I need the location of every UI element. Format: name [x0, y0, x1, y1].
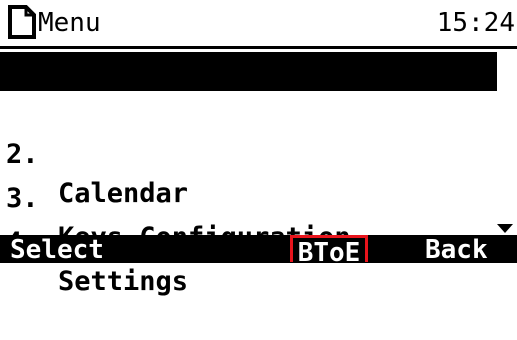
- menu-item-settings[interactable]: 4. Settings: [0, 184, 188, 297]
- menu-item-call-log[interactable]: 1. Call Log: [0, 52, 497, 165]
- menu-item-label: Settings: [58, 266, 189, 297]
- document-icon: [8, 5, 36, 39]
- clock-time: 15:24: [436, 8, 515, 38]
- scroll-down-icon: [497, 224, 513, 233]
- page-title: Menu: [38, 8, 101, 38]
- select-softkey[interactable]: Select: [10, 235, 104, 265]
- menu-item-keys-configuration[interactable]: 3. Keys Configuration: [0, 140, 351, 253]
- btoe-softkey[interactable]: BToE: [290, 235, 368, 268]
- phone-screen: Menu 15:24 1. Call Log 2. Calendar 3. Ke…: [0, 0, 517, 297]
- title-bar: Menu 15:24: [0, 0, 517, 45]
- menu-item-calendar[interactable]: 2. Calendar: [0, 96, 188, 209]
- softkey-bar: Select BToE Back: [0, 235, 517, 268]
- back-softkey[interactable]: Back: [425, 235, 488, 265]
- title-divider: [0, 46, 517, 49]
